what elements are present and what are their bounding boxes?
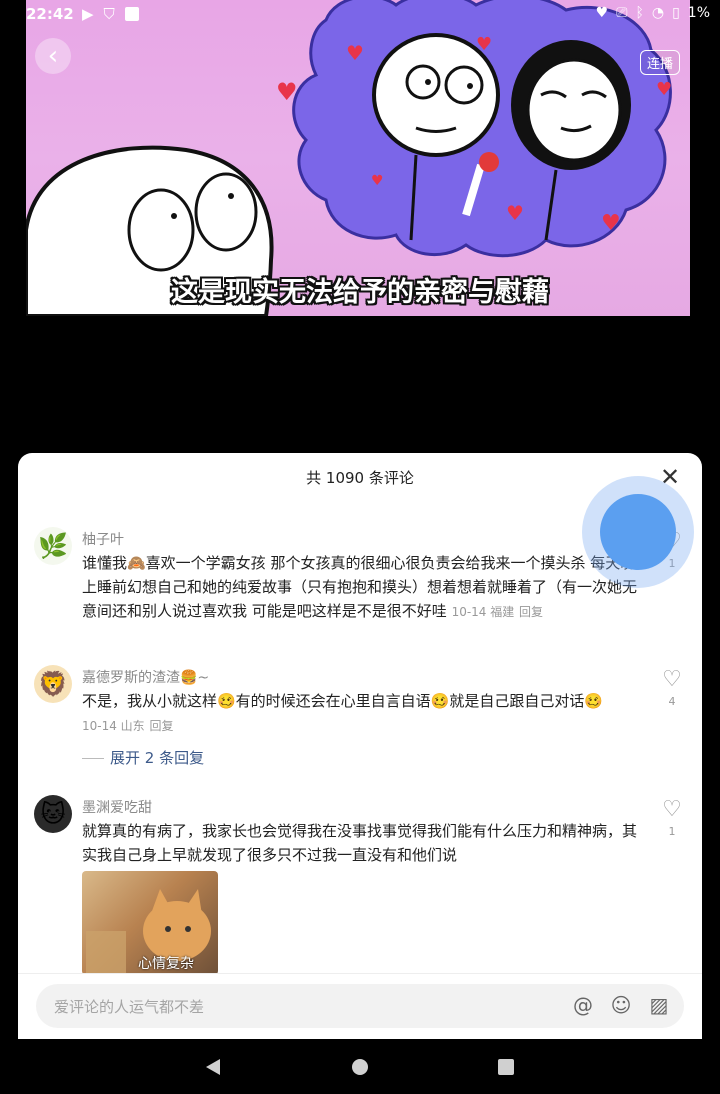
comments-count-title: 共 1090 条评论 [306,469,414,487]
expand-replies-label: 展开 2 条回复 [110,749,205,767]
svg-text:♥: ♥ [656,79,672,100]
like-count: 1 [668,825,676,838]
divider [82,758,104,759]
at-icon[interactable]: @ [570,992,596,1018]
like-button[interactable]: ♡ 4 [658,667,686,709]
heart-icon: ♥ [595,5,609,21]
expand-replies-button[interactable]: 展开 2 条回复 [82,747,204,768]
image-caption: 心情复杂 [138,956,194,972]
square-icon [124,7,139,21]
comment-meta: 10-14 福建 [451,605,515,619]
comment-username[interactable]: 嘉德罗斯的渣渣🍔~ [82,667,209,687]
status-right-icons: ♥ ⎚ ᛒ ◔ ▯ 1% [596,5,710,21]
chevron-left-icon: ‹ [47,41,59,71]
comment-item: 🐱 墨渊爱吃甜 就算真的有病了，我家长也会觉得我在没事找事觉得我们能有什么压力和… [18,795,702,975]
reply-link[interactable]: 回复 [149,719,173,733]
floating-button-core [600,494,676,570]
comment-input-bar: @ ☺ ▨ [18,973,702,1039]
svg-text:♥: ♥ [476,34,492,55]
wifi-icon: ◔ [651,5,665,21]
battery-icon: ▯ [672,5,680,21]
comment-input[interactable] [52,984,536,1030]
autoplay-toggle[interactable]: 连播 [640,50,681,75]
back-triangle-icon[interactable] [204,1057,224,1077]
comment-input-container: @ ☺ ▨ [36,984,684,1030]
heart-icon: ♡ [662,797,682,822]
comment-image[interactable]: 心情复杂 [82,871,218,975]
shield-icon: ⛉ [103,5,115,23]
image-icon[interactable]: ▨ [646,992,672,1018]
comment-username[interactable]: 墨渊爱吃甜 [82,797,152,817]
comment-item: 🦁 嘉德罗斯的渣渣🍔~ 不是，我从小就这样🥴有的时候还会在心里自言自语🥴就是自己… [18,665,702,775]
svg-text:♥: ♥ [601,211,621,236]
bluetooth-icon: ᛒ [635,5,644,21]
avatar[interactable]: 🦁 [34,665,72,703]
comment-text[interactable]: 谁懂我🙈喜欢一个学霸女孩 那个女孩真的很细心很负责会给我来一个摸头杀 每天晚上睡… [82,551,642,624]
cartoon-illustration: ♥ ♥ ♥ ♥ ♥ ♥ ♥ [26,0,672,316]
play-icon: ▶ [82,5,94,23]
comment-meta: 10-14 山东 [82,719,145,733]
avatar[interactable]: 🌿 [34,527,72,565]
status-bar: 22:42 ▶ ⛉ ♥ ⎚ ᛒ ◔ ▯ 1% [0,0,720,30]
svg-text:♥: ♥ [506,201,524,225]
emoji-icon[interactable]: ☺ [608,992,634,1018]
video-subtitle: 这是现实无法给予的亲密与慰藉 [171,277,549,308]
svg-text:♥: ♥ [371,173,384,189]
status-left-icons: ▶ ⛉ [82,5,139,23]
avatar[interactable]: 🐱 [34,795,72,833]
svg-text:♥: ♥ [276,78,298,106]
battery-percent: 1% [687,5,710,21]
comment-username[interactable]: 柚子叶 [82,529,124,549]
like-button[interactable]: ♡ 1 [658,797,686,839]
floating-assist-button[interactable] [582,476,694,588]
comment-text[interactable]: 不是，我从小就这样🥴有的时候还会在心里自言自语🥴就是自己跟自己对话🥴 10-14… [82,689,642,738]
reply-link[interactable]: 回复 [519,605,543,619]
clock: 22:42 [26,5,74,23]
heart-icon: ♡ [662,667,682,692]
home-circle-icon[interactable] [350,1057,370,1077]
comment-body: 谁懂我🙈喜欢一个学霸女孩 那个女孩真的很细心很负责会给我来一个摸头杀 每天晚上睡… [82,554,638,620]
back-button[interactable]: ‹ [35,38,71,74]
video-player[interactable]: ♥ ♥ ♥ ♥ ♥ ♥ ♥ [26,0,690,316]
recents-square-icon[interactable] [496,1057,516,1077]
svg-text:♥: ♥ [346,41,364,65]
comment-body: 不是，我从小就这样🥴有的时候还会在心里自言自语🥴就是自己跟自己对话🥴 [82,692,604,710]
like-count: 4 [668,695,676,708]
system-nav-bar [0,1039,720,1094]
comment-text[interactable]: 就算真的有病了，我家长也会觉得我在没事找事觉得我们能有什么压力和精神病，其实我自… [82,819,642,867]
cast-icon: ⎚ [616,5,628,21]
